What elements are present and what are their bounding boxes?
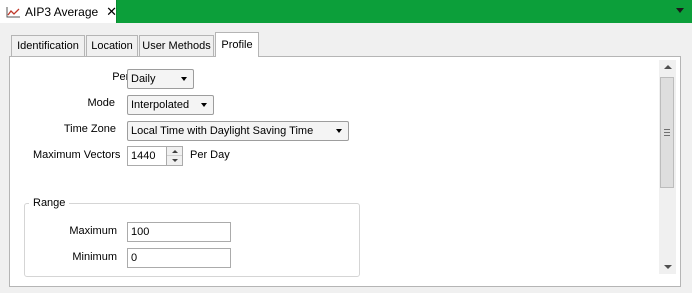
chevron-down-icon: [336, 129, 342, 133]
tab-profile[interactable]: Profile: [215, 32, 259, 57]
tab-location[interactable]: Location: [86, 35, 138, 56]
max-vectors-unit: Per Day: [190, 149, 230, 161]
scroll-up-icon[interactable]: [659, 60, 676, 74]
max-vectors-label: Maximum Vectors: [33, 149, 121, 161]
scrollbar-thumb[interactable]: [660, 77, 674, 188]
scroll-down-icon[interactable]: [659, 260, 676, 274]
minimum-label: Minimum: [72, 251, 117, 263]
vertical-scrollbar[interactable]: [659, 60, 676, 274]
max-vectors-stepper[interactable]: [167, 146, 183, 166]
profile-tab-content: Period Daily Mode Interpolated Time Zone…: [9, 56, 681, 287]
time-zone-label: Time Zone: [63, 123, 116, 135]
maximum-label: Maximum: [69, 225, 117, 237]
period-select[interactable]: Daily: [127, 69, 194, 89]
tab-identification[interactable]: Identification: [11, 35, 85, 56]
dropdown-menu-icon[interactable]: [676, 8, 684, 13]
time-zone-value: Local Time with Daylight Saving Time: [131, 125, 314, 137]
range-group-title: Range: [29, 197, 70, 209]
close-icon[interactable]: ✕: [106, 5, 117, 18]
period-value: Daily: [131, 73, 156, 85]
chevron-down-icon: [181, 77, 187, 81]
stepper-down-icon[interactable]: [167, 156, 182, 165]
mode-select[interactable]: Interpolated: [127, 95, 214, 115]
document-tab-strip: AIP3 Average ✕: [0, 0, 692, 23]
properties-panel: Identification Location User Methods Pro…: [0, 23, 692, 293]
line-chart-icon: [6, 5, 21, 19]
mode-value: Interpolated: [131, 99, 190, 111]
minimum-input[interactable]: 0: [127, 248, 231, 268]
maximum-input[interactable]: 100: [127, 222, 231, 242]
tab-user-methods[interactable]: User Methods: [139, 35, 214, 56]
chevron-down-icon: [201, 103, 207, 107]
stepper-up-icon[interactable]: [167, 147, 182, 156]
time-zone-select[interactable]: Local Time with Daylight Saving Time: [127, 121, 349, 141]
document-tab-title: AIP3 Average: [25, 4, 99, 19]
grip-icon: [664, 129, 670, 136]
document-tab[interactable]: AIP3 Average ✕: [0, 0, 117, 23]
max-vectors-input[interactable]: 1440: [127, 146, 167, 166]
mode-label: Mode: [87, 97, 115, 109]
